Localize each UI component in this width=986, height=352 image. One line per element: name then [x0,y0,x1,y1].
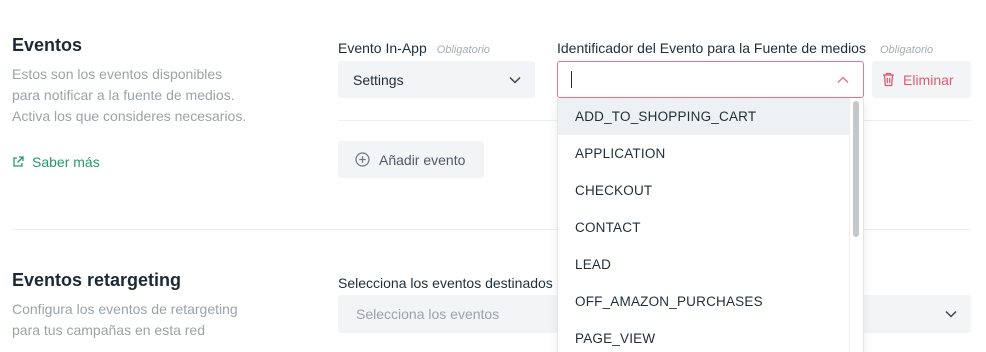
scrollbar-thumb[interactable] [853,101,859,237]
inapp-event-select[interactable]: Settings [338,61,535,98]
text-caret [571,71,572,88]
external-link-icon [13,156,24,167]
dropdown-option[interactable]: CHECKOUT [558,172,850,209]
identifier-label: Identificador del Evento para la Fuente … [557,40,934,56]
dropdown-option[interactable]: PAGE_VIEW [558,320,850,352]
delete-label: Eliminar [903,71,954,88]
retargeting-title: Eventos retargeting [12,270,182,290]
retargeting-description: Configura los eventos de retargeting par… [12,301,238,338]
inapp-event-label: Evento In-App Obligatorio [338,40,490,56]
identifier-required-hint: Obligatorio [879,44,934,56]
events-description: Estos son los eventos disponibles para n… [12,66,247,124]
learn-more-label: Saber más [32,154,100,170]
inapp-required-hint: Obligatorio [436,44,490,56]
dropdown-option[interactable]: APPLICATION [558,135,850,172]
dropdown-scrollbar[interactable] [849,98,863,352]
add-event-button[interactable]: Añadir evento [338,141,484,178]
trash-icon [883,72,894,87]
dropdown-option[interactable]: CONTACT [558,209,850,246]
chevron-down-icon [509,76,521,84]
retargeting-select-label: Selecciona los eventos destinados [338,275,553,291]
dropdown-option[interactable]: ADD_TO_SHOPPING_CART [558,98,850,135]
add-event-label: Añadir evento [379,151,466,168]
chevron-up-icon[interactable] [837,76,849,84]
inapp-event-value: Settings [353,71,404,88]
events-title: Eventos [12,35,83,55]
plus-circle-icon [355,152,370,167]
retargeting-placeholder: Selecciona los eventos [356,306,500,322]
delete-event-button[interactable]: Eliminar [872,61,971,98]
identifier-dropdown-list[interactable]: ADD_TO_SHOPPING_CART APPLICATION CHECKOU… [557,98,864,352]
identifier-combobox[interactable] [557,61,864,98]
learn-more-link[interactable]: Saber más [12,154,100,170]
dropdown-option[interactable]: OFF_AMAZON_PURCHASES [558,283,850,320]
dropdown-option[interactable]: LEAD [558,246,850,283]
chevron-down-icon [945,310,957,318]
